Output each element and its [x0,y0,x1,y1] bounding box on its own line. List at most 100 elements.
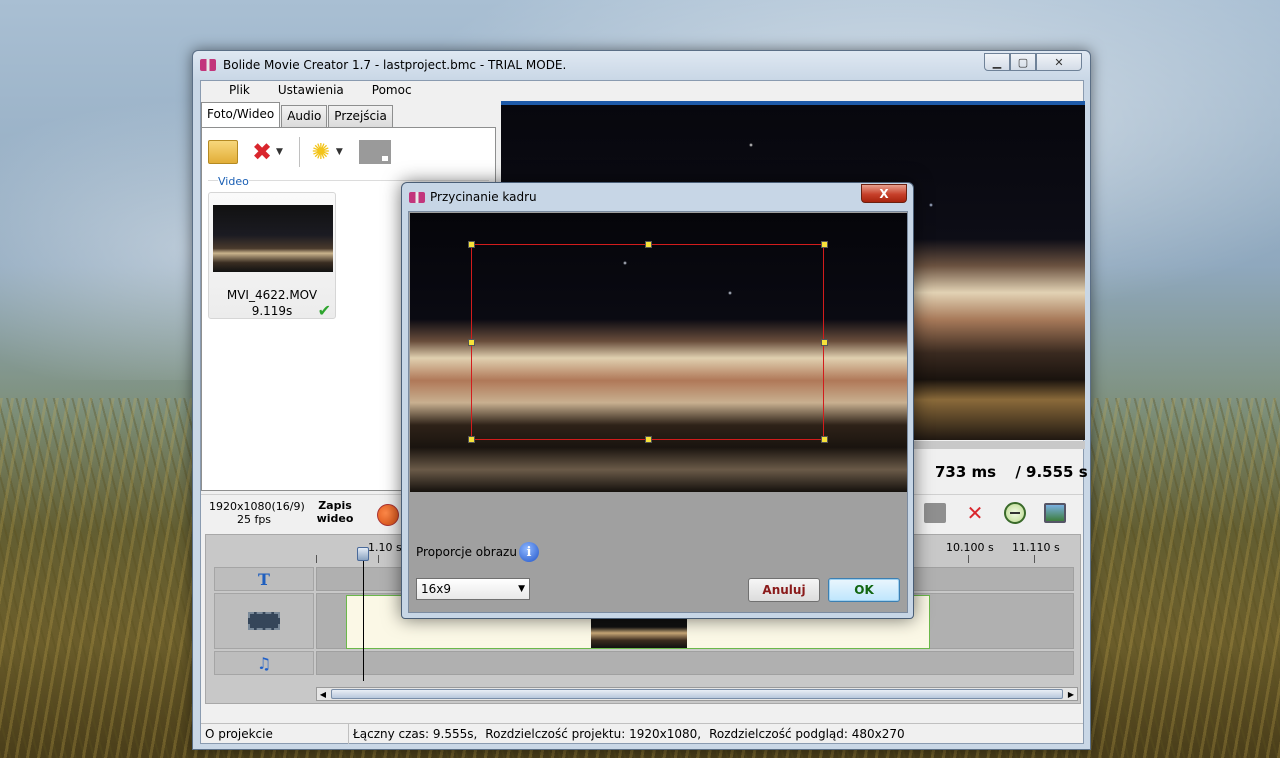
text-icon: T [258,569,270,589]
window-title: Bolide Movie Creator 1.7 - lastproject.b… [223,58,567,72]
zoom-out-icon [1004,502,1026,524]
crop-handle-top-right[interactable] [821,241,828,248]
delete-icon: ✖ [251,138,273,166]
cancel-button[interactable]: Anuluj [748,578,820,602]
tab-transitions[interactable]: Przejścia [328,105,393,127]
remove-dropdown-icon[interactable]: ▼ [276,147,283,157]
scrollbar-thumb[interactable] [331,689,1063,699]
media-thumbnail [213,205,333,272]
app-logo-icon [200,59,216,71]
delete-clip-button[interactable]: ✕ [963,501,987,525]
timeline-scrollbar[interactable]: ◀ ▶ [316,687,1078,701]
crop-handle-top-left[interactable] [468,241,475,248]
menu-settings[interactable]: Ustawienia [264,81,358,101]
minimize-icon: ▁ [992,55,1002,69]
close-icon: ✕ [1054,55,1064,69]
music-note-icon: ♫ [256,653,272,673]
output-resolution: 1920x1080(16/9) [209,500,305,513]
status-bar: O projekcie Łączny czas: 9.555s, Rozdzie… [201,723,1083,744]
image-icon [1044,503,1066,523]
title-bar[interactable]: Bolide Movie Creator 1.7 - lastproject.b… [193,51,1090,80]
close-button[interactable]: ✕ [1036,53,1082,71]
frame-icon [924,503,946,523]
save-video-label[interactable]: Zapis wideo [313,499,357,525]
status-project-resolution: Rozdzielczość projektu: 1920x1080, [485,726,702,741]
window-controls: ▁ ▢ ✕ [984,53,1082,71]
output-fps: 25 fps [236,513,272,526]
scroll-left-icon[interactable]: ◀ [317,688,329,700]
dialog-body: Proporcje obrazu i 16x9 ▼ Anuluj OK [408,211,908,613]
info-icon[interactable]: i [519,542,539,562]
media-filename: MVI_4622.MOV [226,288,318,302]
ruler-tick [1034,555,1035,563]
section-divider [208,180,489,181]
add-media-button[interactable] [208,140,238,164]
ruler-tick [316,555,317,563]
playhead-handle[interactable] [357,547,369,561]
tick-label: 11.110 s [1012,541,1060,554]
zoom-out-button[interactable] [1003,501,1027,525]
ruler-tick [378,555,379,563]
app-logo-icon [409,192,425,203]
minimize-button[interactable]: ▁ [984,53,1010,71]
effects-button[interactable]: ✺ [308,140,334,165]
chevron-down-icon: ▼ [518,584,525,594]
scroll-right-icon[interactable]: ▶ [1065,688,1077,700]
media-tabs: Foto/Wideo Audio Przejścia [201,102,394,127]
toolbar-separator [298,137,300,167]
section-label: Video [218,175,249,188]
maximize-icon: ▢ [1017,55,1029,69]
crop-handle-bottom-right[interactable] [821,436,828,443]
close-icon: X [879,186,889,201]
aspect-ratio-value: 16x9 [421,582,452,596]
total-time: / 9.555 s [1015,463,1088,481]
delete-icon: ✕ [966,501,984,525]
timeline-tools: ✕ [907,501,1067,525]
thumbnail-view-button[interactable] [358,140,391,164]
menu-file[interactable]: Plik [215,81,264,101]
clip-thumbnail-button[interactable] [923,501,947,525]
remove-media-button[interactable]: ✖ [250,138,274,166]
film-icon [248,612,280,630]
crop-handle-bottom-left[interactable] [468,436,475,443]
ok-button[interactable]: OK [828,578,900,602]
aspect-ratio-select[interactable]: 16x9 ▼ [416,578,530,600]
crop-rectangle[interactable] [471,244,824,440]
current-time: 733 ms [935,463,997,481]
crop-handle-bottom[interactable] [645,436,652,443]
dialog-title: Przycinanie kadru [430,190,537,204]
effects-dropdown-icon[interactable]: ▼ [336,147,343,157]
crop-handle-right[interactable] [821,339,828,346]
output-info: 1920x1080(16/9) 25 fps [209,500,305,526]
media-item[interactable]: MVI_4622.MOV 9.119s ✔ [208,192,336,320]
aspect-ratio-label: Proporcje obrazu [416,545,517,559]
text-track-header[interactable]: T [214,567,314,591]
crop-handle-left[interactable] [468,339,475,346]
record-button[interactable] [377,504,399,526]
save-video-line2: wideo [316,512,354,525]
status-total-time: Łączny czas: 9.555s, [353,726,478,741]
menu-bar: Plik Ustawienia Pomoc [201,81,1083,101]
media-duration: 9.119s [251,304,293,318]
status-about[interactable]: O projekcie [201,723,349,744]
playhead-line [363,557,364,681]
menu-help[interactable]: Pomoc [358,81,426,101]
crop-handle-top[interactable] [645,241,652,248]
snapshot-button[interactable] [1043,501,1067,525]
tick-label: 1.10 s [368,541,402,554]
check-icon: ✔ [317,301,331,320]
dialog-close-button[interactable]: X [861,184,907,203]
maximize-button[interactable]: ▢ [1010,53,1036,71]
crop-preview-image [410,213,907,492]
tab-photo-video[interactable]: Foto/Wideo [201,102,281,127]
status-preview-resolution: Rozdzielczość podgląd: 480x270 [709,726,905,741]
audio-track[interactable] [316,651,1074,675]
crop-dialog: Przycinanie kadru X Proporcje obrazu i 1… [401,182,914,619]
tab-audio[interactable]: Audio [281,105,328,127]
video-track-header[interactable] [214,593,314,649]
time-readout: 733 ms / 9.555 s [921,463,1088,481]
tick-label: 10.100 s [946,541,994,554]
audio-track-header[interactable]: ♫ [214,651,314,675]
ruler-tick [968,555,969,563]
clip-thumbnail [591,618,687,648]
